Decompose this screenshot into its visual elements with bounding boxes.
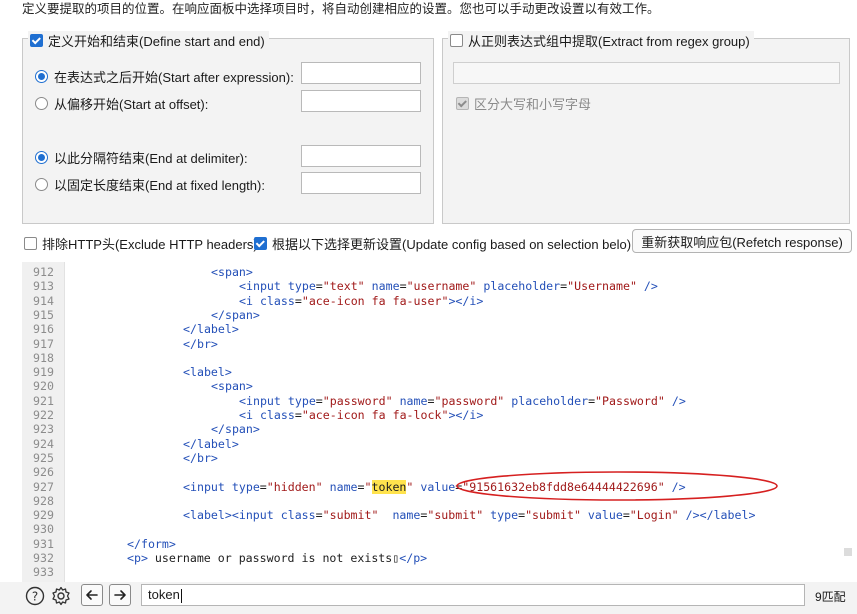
start-after-expression-option[interactable]: 在表达式之后开始(Start after expression): [35, 67, 294, 86]
case-sensitive-option[interactable]: 区分大写和小写字母 [456, 94, 591, 113]
start-at-offset-input[interactable] [301, 90, 421, 112]
start-at-offset-label: 从偏移开始(Start at offset): [54, 97, 209, 112]
regex-checkbox[interactable] [450, 34, 463, 47]
response-code-viewer[interactable]: 912 <span> 913 <input type="text" name="use… [22, 262, 842, 582]
case-sensitive-label: 区分大写和小写字母 [474, 97, 592, 112]
search-bar: ? token 9匹配 [0, 582, 857, 614]
end-at-fixed-length-input[interactable] [301, 172, 421, 194]
end-at-delimiter-input[interactable] [301, 145, 421, 167]
description-bar: 定义要提取的项目的位置。在响应面板中选择项目时，将自动创建相应的设置。您也可以手… [0, 0, 857, 22]
start-at-offset-radio[interactable] [35, 97, 48, 110]
end-at-delimiter-option[interactable]: 以此分隔符结束(End at delimiter): [35, 148, 248, 167]
arrow-right-icon[interactable] [109, 584, 131, 606]
define-checkbox[interactable] [30, 34, 43, 47]
search-value: token [148, 587, 180, 602]
regex-label: 从正则表达式组中提取(Extract from regex group) [468, 34, 750, 49]
update-config-label: 根据以下选择更新设置(Update config based on select… [272, 237, 632, 252]
description-text: 定义要提取的项目的位置。在响应面板中选择项目时，将自动创建相应的设置。您也可以手… [22, 2, 660, 16]
help-icon[interactable]: ? [24, 585, 46, 607]
regex-input[interactable] [453, 62, 840, 84]
refetch-response-button[interactable]: 重新获取响应包(Refetch response) [632, 229, 852, 253]
end-at-fixed-length-option[interactable]: 以固定长度结束(End at fixed length): [35, 175, 265, 194]
exclude-headers-label: 排除HTTP头(Exclude HTTP headers) [42, 237, 258, 252]
svg-text:?: ? [32, 590, 38, 604]
gear-icon[interactable] [50, 585, 72, 607]
match-count: 9匹配 [815, 590, 846, 604]
refetch-response-label: 重新获取响应包(Refetch response) [641, 234, 843, 250]
end-at-delimiter-radio[interactable] [35, 151, 48, 164]
update-config-option[interactable]: 根据以下选择更新设置(Update config based on select… [254, 234, 631, 253]
define-toggle[interactable]: 定义开始和结束(Define start and end) [28, 31, 269, 50]
exclude-headers-checkbox[interactable] [24, 237, 37, 250]
exclude-headers-option[interactable]: 排除HTTP头(Exclude HTTP headers) [24, 234, 258, 253]
start-after-expression-radio[interactable] [35, 70, 48, 83]
arrow-left-icon[interactable] [81, 584, 103, 606]
start-after-expression-input[interactable] [301, 62, 421, 84]
end-at-fixed-length-radio[interactable] [35, 178, 48, 191]
define-label: 定义开始和结束(Define start and end) [48, 34, 265, 49]
end-at-fixed-length-label: 以固定长度结束(End at fixed length): [54, 178, 265, 193]
start-after-expression-label: 在表达式之后开始(Start after expression): [54, 70, 294, 85]
search-input[interactable]: token [141, 584, 805, 606]
start-at-offset-option[interactable]: 从偏移开始(Start at offset): [35, 94, 208, 113]
case-sensitive-checkbox[interactable] [456, 97, 469, 110]
update-config-checkbox[interactable] [254, 237, 267, 250]
end-at-delimiter-label: 以此分隔符结束(End at delimiter): [54, 151, 248, 166]
scrollbar-thumb[interactable] [844, 548, 852, 556]
annotation-ellipse-shape [456, 471, 778, 501]
regex-toggle[interactable]: 从正则表达式组中提取(Extract from regex group) [448, 31, 754, 50]
value-annotation-ellipse [456, 471, 778, 501]
